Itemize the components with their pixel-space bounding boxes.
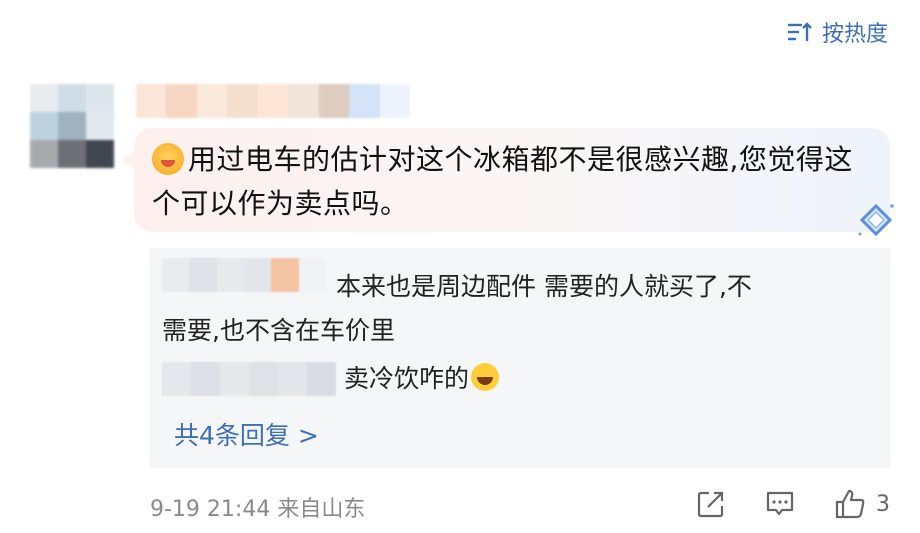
reply-1-text-line1: 本来也是周边配件 需要的人就买了,不 bbox=[336, 272, 752, 301]
comment-time: 9-19 21:44 bbox=[150, 497, 271, 522]
replies-panel: 本来也是周边配件 需要的人就买了,不 需要,也不含在车价里 卖冷饮咋的 共4条回… bbox=[150, 248, 890, 468]
username[interactable] bbox=[136, 84, 410, 118]
avatar[interactable] bbox=[30, 84, 114, 168]
sort-icon bbox=[787, 22, 812, 41]
laughing-emoji-icon bbox=[471, 363, 500, 391]
like-count: 3 bbox=[876, 491, 890, 517]
comment-icon[interactable] bbox=[764, 489, 796, 519]
reply-2-text: 卖冷饮咋的 bbox=[344, 358, 500, 400]
reply-1-username[interactable] bbox=[162, 258, 326, 292]
comment-location: 来自山东 bbox=[277, 497, 366, 522]
share-icon[interactable] bbox=[696, 489, 726, 519]
like-button[interactable]: 3 bbox=[834, 488, 890, 520]
thumbs-up-icon bbox=[835, 489, 865, 519]
comment-meta: 9-19 21:44 来自山东 bbox=[150, 491, 365, 523]
yummy-face-emoji-icon bbox=[152, 143, 184, 175]
comment-text-content: 用过电车的估计对这个冰箱都不是很感兴趣,您觉得这个可以作为卖点吗。 bbox=[152, 143, 853, 220]
more-replies-link[interactable]: 共4条回复 > bbox=[174, 416, 319, 452]
comment-actions: 3 bbox=[696, 488, 890, 520]
diamond-badge-icon bbox=[858, 203, 894, 237]
sort-label: 按热度 bbox=[821, 22, 888, 47]
sort-by-hot-button[interactable]: 按热度 bbox=[786, 16, 888, 48]
reply-2-username[interactable] bbox=[162, 362, 336, 396]
reply-2-text-content: 卖冷饮咋的 bbox=[344, 364, 470, 393]
comment-text[interactable]: 用过电车的估计对这个冰箱都不是很感兴趣,您觉得这个可以作为卖点吗。 bbox=[152, 138, 872, 226]
reply-1-text-line2: 需要,也不含在车价里 bbox=[162, 316, 395, 345]
